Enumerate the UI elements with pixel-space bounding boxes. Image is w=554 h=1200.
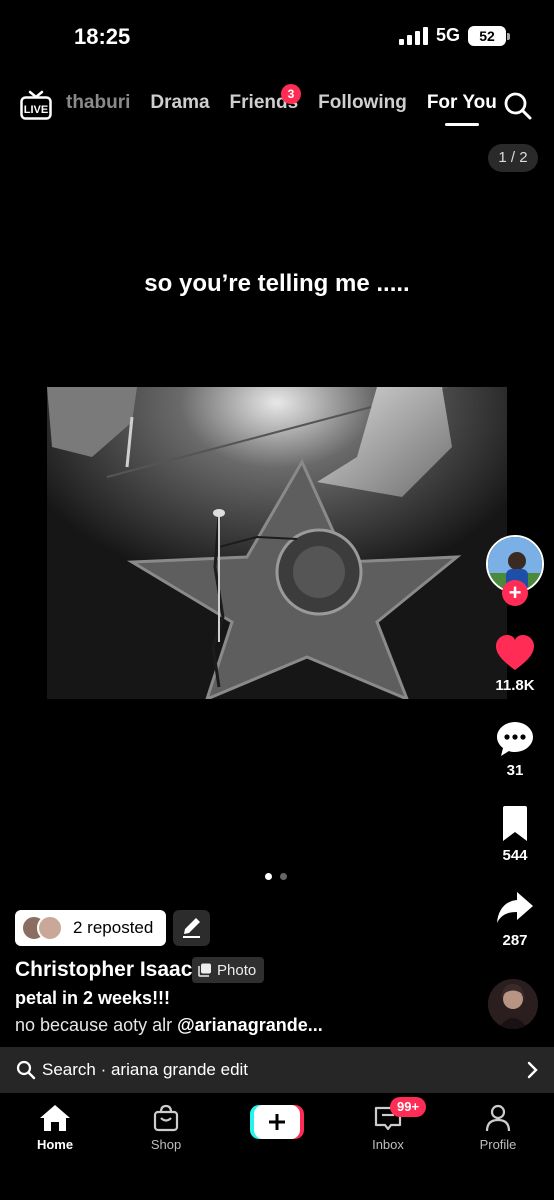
related-search-text: Search · ariana grande edit [42,1060,249,1079]
sound-disc-avatar[interactable] [488,979,538,1029]
status-indicators: 5G 52 [398,25,510,46]
save-count: 544 [502,847,528,864]
author-name[interactable]: Christopher Isaac [15,958,192,982]
pencil-icon [183,918,200,938]
search-icon [16,1060,36,1080]
nav-shop[interactable]: Shop [126,1103,206,1152]
comment-count: 31 [506,762,524,779]
post-description[interactable]: no because aoty alr @arianagrande... [15,1015,323,1036]
post-title: petal in 2 weeks!!! [15,988,171,1008]
tab-for-you[interactable]: For You [427,92,497,126]
nav-home-label: Home [36,1137,74,1152]
tab-following[interactable]: Following [318,92,407,114]
status-time: 18:25 [74,24,131,49]
repost-chip[interactable]: 2 reposted [15,910,166,946]
profile-icon [485,1104,511,1132]
chevron-right-icon [527,1061,538,1079]
shopping-bag-icon [153,1104,179,1132]
photo-pagination-dots [265,873,287,880]
photo-page-counter: 1 / 2 [488,144,538,172]
share-icon[interactable] [495,888,535,928]
photo-type-label: Photo [217,961,257,979]
photo-stack-icon [198,963,211,977]
search-icon[interactable] [503,91,533,121]
battery-icon: 52 [468,25,510,46]
bottom-nav: Home Shop Inbox 99+ Profile [0,1093,554,1200]
reposter-avatars [21,915,65,941]
nav-profile[interactable]: Profile [458,1103,538,1152]
network-label: 5G [435,25,460,45]
comment-icon[interactable] [495,719,535,759]
tab-thaburi[interactable]: thaburi [66,92,130,114]
pagination-dot-active [265,873,272,880]
create-post-button[interactable] [250,1105,304,1139]
edit-repost-button[interactable] [173,910,210,946]
photo-type-tag: Photo [192,957,265,983]
nav-profile-label: Profile [479,1137,517,1152]
svg-text:LIVE: LIVE [24,104,48,116]
walk-of-fame-star-image [47,387,507,699]
nav-shop-label: Shop [150,1137,182,1152]
mention-link[interactable]: @arianagrande... [177,1015,323,1035]
post-caption-overlay: so you’re telling me ..... [144,270,410,297]
repost-label: 2 reposted [73,918,154,937]
nav-home[interactable]: Home [15,1103,95,1152]
home-icon [40,1105,70,1131]
like-count: 11.8K [495,677,535,694]
follow-plus-button[interactable]: + [502,580,528,606]
signal-icon [398,26,428,45]
heart-icon[interactable] [495,634,535,674]
post-photo[interactable] [47,387,507,699]
pagination-dot [280,873,287,880]
post-description-text: no because aoty alr [15,1015,178,1035]
share-count: 287 [502,932,528,949]
related-search-bar[interactable]: Search · ariana grande edit [0,1047,554,1093]
tab-drama[interactable]: Drama [150,92,209,114]
live-tv-icon[interactable]: LIVE [20,90,52,120]
friends-badge: 3 [281,84,301,104]
reposter-avatar [37,915,63,941]
bookmark-icon[interactable] [495,804,535,844]
inbox-badge: 99+ [390,1097,427,1117]
nav-inbox-label: Inbox [372,1137,404,1152]
